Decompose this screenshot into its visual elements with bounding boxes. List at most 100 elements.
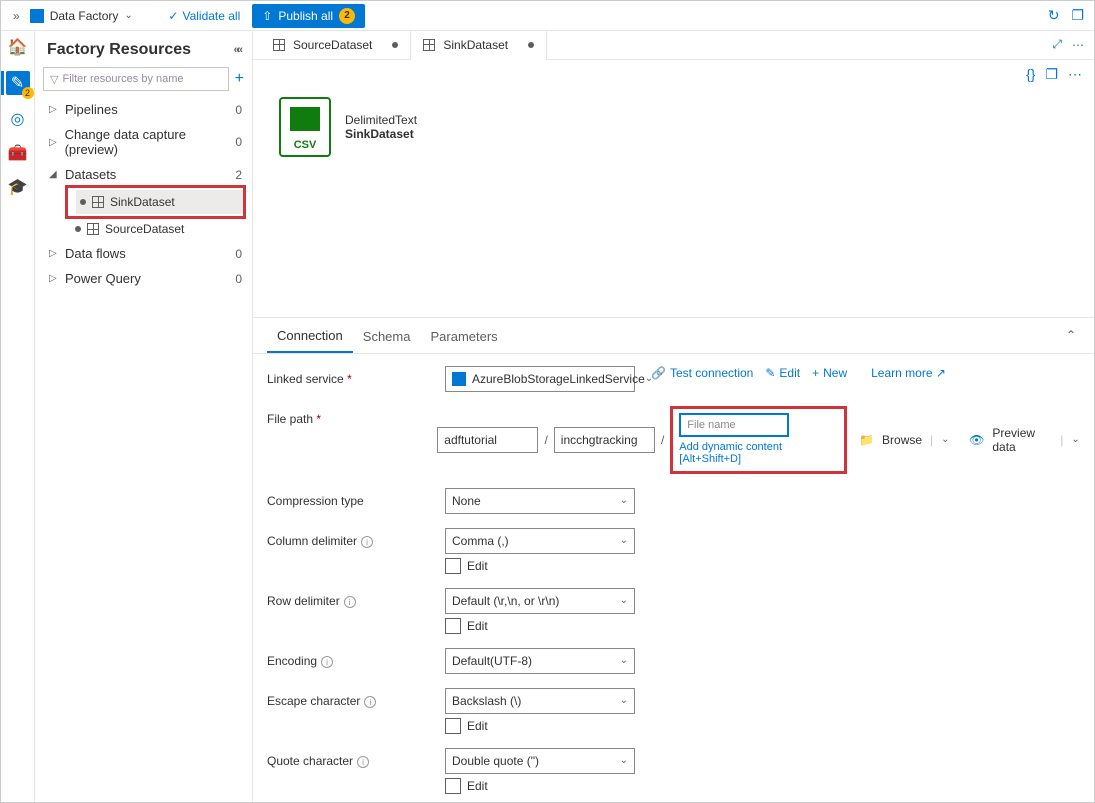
tab-sinkdataset[interactable]: SinkDataset <box>411 31 547 59</box>
learning-icon[interactable]: 🎓 <box>8 177 28 197</box>
copy-icon[interactable]: ❐ <box>1045 66 1058 83</box>
csv-label: CSV <box>294 139 317 151</box>
validate-all-button[interactable]: ✓ Validate all <box>160 6 248 26</box>
info-icon[interactable]: i <box>364 696 376 708</box>
container-input[interactable]: adftutorial <box>437 427 538 453</box>
manage-icon[interactable]: 🧰 <box>8 143 28 163</box>
encoding-select[interactable]: Default(UTF-8)⌄ <box>445 648 635 674</box>
directory-input[interactable]: incchgtracking <box>554 427 655 453</box>
tree-datasets[interactable]: ◢Datasets 2 <box>35 162 252 187</box>
row-edit-checkbox[interactable] <box>445 618 461 634</box>
dataset-type: DelimitedText <box>345 113 417 127</box>
tree-cdc[interactable]: ▷Change data capture (preview) 0 <box>35 122 252 162</box>
breadcrumb[interactable]: Data Factory ⌄ <box>30 9 135 23</box>
directory-value: incchgtracking <box>561 433 638 447</box>
author-icon[interactable]: ✎2 <box>6 71 30 95</box>
tab-label: SinkDataset <box>443 38 508 52</box>
learn-more-link[interactable]: Learn more ↗ <box>871 366 946 380</box>
expand-chevron-icon[interactable]: » <box>7 7 26 25</box>
feedback-icon[interactable]: ❐ <box>1067 3 1088 28</box>
tab-sourcedataset[interactable]: SourceDataset <box>261 31 411 59</box>
escape-edit-checkbox[interactable] <box>445 718 461 734</box>
compression-select[interactable]: None⌄ <box>445 488 635 514</box>
column-delimiter-select[interactable]: Comma (,)⌄ <box>445 528 635 554</box>
add-resource-button[interactable]: + <box>235 70 244 88</box>
info-icon[interactable]: i <box>361 536 373 548</box>
collapse-panel-icon[interactable]: ⌃ <box>1062 324 1080 346</box>
left-nav-rail: 🏠 ✎2 ◎ 🧰 🎓 <box>1 31 35 802</box>
test-label: Test connection <box>670 366 753 380</box>
quote-char-value: Double quote (") <box>452 754 539 768</box>
storage-icon <box>452 372 466 386</box>
collapse-panel-icon[interactable]: « « <box>234 44 240 56</box>
json-icon[interactable]: {} <box>1026 66 1035 83</box>
tree-count: 0 <box>235 247 242 261</box>
subtab-schema[interactable]: Schema <box>353 319 421 352</box>
tree-label: Data flows <box>65 246 126 261</box>
info-icon[interactable]: i <box>344 596 356 608</box>
column-edit-checkbox[interactable] <box>445 558 461 574</box>
preview-data-button[interactable]: Preview data <box>992 426 1052 454</box>
filter-resources-input[interactable]: ▽ Filter resources by name <box>43 67 229 91</box>
tree-count: 0 <box>235 272 242 286</box>
tree-pipelines[interactable]: ▷Pipelines 0 <box>35 97 252 122</box>
modified-dot-icon <box>528 42 534 48</box>
edit-checkbox-label: Edit <box>467 779 488 793</box>
refresh-icon[interactable]: ↻ <box>1044 3 1064 28</box>
dataset-name-header: SinkDataset <box>345 127 417 141</box>
filename-input[interactable]: File name <box>679 413 789 437</box>
publish-label: Publish all <box>278 9 333 23</box>
linked-service-select[interactable]: AzureBlobStorageLinkedService ⌄ <box>445 366 635 392</box>
escape-char-label: Escape character <box>267 694 360 708</box>
tab-label: SourceDataset <box>293 38 372 52</box>
escape-char-select[interactable]: Backslash (\)⌄ <box>445 688 635 714</box>
test-connection-button[interactable]: 🔗 Test connection <box>651 366 753 380</box>
add-dynamic-content-link[interactable]: Add dynamic content [Alt+Shift+D] <box>679 441 838 465</box>
chevron-down-icon[interactable]: ⌄ <box>1071 434 1080 445</box>
browse-button[interactable]: Browse <box>882 433 922 447</box>
upload-icon: ⇧ <box>262 9 272 23</box>
monitor-icon[interactable]: ◎ <box>8 109 28 129</box>
sidebar-title: Factory Resources <box>47 41 191 59</box>
more-icon[interactable]: ⋯ <box>1068 66 1082 83</box>
subtab-connection[interactable]: Connection <box>267 318 353 353</box>
home-icon[interactable]: 🏠 <box>8 37 28 57</box>
quote-char-select[interactable]: Double quote (")⌄ <box>445 748 635 774</box>
expand-icon[interactable]: ⤢ <box>1052 37 1062 52</box>
modified-dot-icon <box>75 226 81 232</box>
tree-powerquery[interactable]: ▷Power Query 0 <box>35 266 252 291</box>
tree-count: 0 <box>235 103 242 117</box>
breadcrumb-label: Data Factory <box>50 9 119 23</box>
filename-placeholder: File name <box>687 419 735 431</box>
dataset-icon <box>92 196 104 208</box>
dataset-item-sourcedataset[interactable]: SourceDataset <box>35 217 252 241</box>
row-delimiter-select[interactable]: Default (\r,\n, or \r\n)⌄ <box>445 588 635 614</box>
link-icon: 🔗 <box>651 366 666 380</box>
compression-value: None <box>452 494 481 508</box>
subtab-parameters[interactable]: Parameters <box>420 319 507 352</box>
path-separator: / <box>544 433 547 447</box>
tree-count: 0 <box>235 135 242 149</box>
publish-all-button[interactable]: ⇧ Publish all 2 <box>252 4 365 28</box>
info-icon[interactable]: i <box>357 756 369 768</box>
dataset-item-sinkdataset[interactable]: SinkDataset <box>76 190 243 214</box>
quote-edit-checkbox[interactable] <box>445 778 461 794</box>
path-separator: / <box>661 433 664 447</box>
tree-label: Change data capture (preview) <box>65 127 236 157</box>
chevron-down-icon: ⌄ <box>124 10 134 21</box>
folder-icon: 📁 <box>859 433 874 447</box>
chevron-down-icon[interactable]: ⌄ <box>941 434 950 445</box>
edit-linked-service-button[interactable]: ✎Edit <box>765 366 800 380</box>
encoding-value: Default(UTF-8) <box>452 654 532 668</box>
validate-label: Validate all <box>182 9 240 23</box>
modified-dot-icon <box>392 42 398 48</box>
file-path-label: File path <box>267 412 313 426</box>
tree-dataflows[interactable]: ▷Data flows 0 <box>35 241 252 266</box>
data-factory-icon <box>30 9 44 23</box>
filter-placeholder: Filter resources by name <box>62 73 183 85</box>
more-icon[interactable]: ⋯ <box>1072 38 1084 52</box>
info-icon[interactable]: i <box>321 656 333 668</box>
filter-icon: ▽ <box>50 73 58 86</box>
new-linked-service-button[interactable]: +New <box>812 366 847 380</box>
tree-label: Datasets <box>65 167 116 182</box>
